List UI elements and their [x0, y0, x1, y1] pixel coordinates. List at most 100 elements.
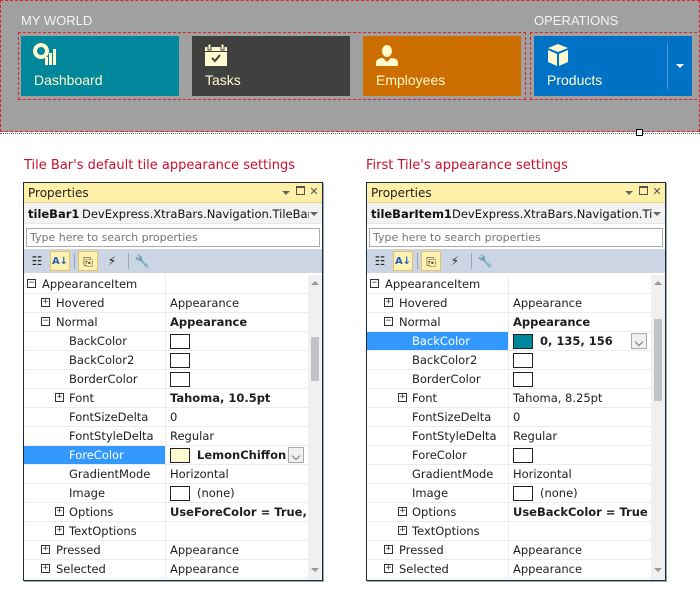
maximize-icon[interactable]: [637, 186, 649, 198]
property-name-cell[interactable]: ForeColor: [24, 446, 166, 464]
maximize-icon[interactable]: [294, 186, 306, 198]
property-row[interactable]: FontSizeDelta 0: [24, 408, 308, 427]
property-value-cell[interactable]: Appearance: [510, 541, 651, 559]
tile-tasks[interactable]: Tasks: [192, 36, 350, 96]
property-value-cell[interactable]: Appearance: [167, 560, 308, 578]
properties-icon[interactable]: ⎘: [421, 251, 441, 271]
property-value-cell[interactable]: [510, 446, 651, 464]
scroll-up-icon[interactable]: [311, 281, 319, 285]
alphabetical-sort-icon[interactable]: A↓: [393, 251, 413, 271]
collapse-icon[interactable]: −: [370, 279, 379, 288]
property-row[interactable]: ForeColor LemonChiffon: [24, 446, 308, 465]
property-name-cell[interactable]: FontStyleDelta: [367, 427, 509, 445]
dropdown-button[interactable]: [288, 447, 304, 463]
property-row[interactable]: + Hovered Appearance: [367, 294, 651, 313]
property-row[interactable]: − Normal Appearance: [24, 313, 308, 332]
property-row[interactable]: Image (none): [367, 484, 651, 503]
property-row[interactable]: + Selected Appearance: [24, 560, 308, 579]
scrollbar-thumb[interactable]: [654, 319, 662, 401]
property-row[interactable]: + Hovered Appearance: [24, 294, 308, 313]
property-row[interactable]: BackColor2: [24, 351, 308, 370]
property-name-cell[interactable]: + Pressed: [24, 541, 166, 559]
property-name-cell[interactable]: BackColor: [24, 332, 166, 350]
property-value-cell[interactable]: [167, 275, 308, 293]
property-value-cell[interactable]: Appearance: [167, 294, 308, 312]
collapse-icon[interactable]: −: [27, 279, 36, 288]
property-value-cell[interactable]: Appearance: [510, 560, 651, 578]
property-value-cell[interactable]: 0: [167, 408, 308, 426]
expand-icon[interactable]: +: [41, 564, 50, 573]
scroll-down-icon[interactable]: [311, 568, 319, 572]
property-row[interactable]: − AppearanceItem: [367, 275, 651, 294]
property-value-cell[interactable]: [167, 370, 308, 388]
property-name-cell[interactable]: FontSizeDelta: [24, 408, 166, 426]
property-value-cell[interactable]: [167, 332, 308, 350]
close-icon[interactable]: ✕: [308, 186, 320, 198]
property-value-cell[interactable]: [510, 351, 651, 369]
properties-icon[interactable]: ⎘: [78, 251, 98, 271]
vertical-scrollbar[interactable]: [651, 275, 665, 580]
expand-icon[interactable]: +: [398, 507, 407, 516]
expand-icon[interactable]: +: [55, 507, 64, 516]
expand-icon[interactable]: +: [41, 298, 50, 307]
property-row[interactable]: FontStyleDelta Regular: [24, 427, 308, 446]
property-value-cell[interactable]: [510, 522, 651, 540]
property-value-cell[interactable]: [167, 522, 308, 540]
chevron-down-icon[interactable]: [310, 212, 318, 216]
resize-handle[interactable]: [636, 129, 643, 136]
property-row[interactable]: BackColor2: [367, 351, 651, 370]
property-row[interactable]: FontSizeDelta 0: [367, 408, 651, 427]
property-value-cell[interactable]: Horizontal: [167, 465, 308, 483]
expand-icon[interactable]: +: [384, 564, 393, 573]
property-name-cell[interactable]: + Pressed: [367, 541, 509, 559]
property-row[interactable]: ForeColor: [367, 446, 651, 465]
property-name-cell[interactable]: FontStyleDelta: [24, 427, 166, 445]
property-value-cell[interactable]: (none): [167, 484, 308, 502]
scrollbar-thumb[interactable]: [311, 337, 319, 381]
property-row[interactable]: + TextOptions: [367, 522, 651, 541]
dropdown-button[interactable]: [631, 333, 647, 349]
property-name-cell[interactable]: Image: [367, 484, 509, 502]
property-row[interactable]: + Selected Appearance: [367, 560, 651, 579]
chevron-down-icon[interactable]: [653, 212, 661, 216]
property-row[interactable]: + Pressed Appearance: [367, 541, 651, 560]
categorized-icon[interactable]: ☷: [27, 251, 47, 271]
property-value-cell[interactable]: Appearance: [510, 294, 651, 312]
object-selector[interactable]: tileBar1 DevExpress.XtraBars.Navigation.T…: [24, 203, 322, 224]
scroll-up-icon[interactable]: [654, 281, 662, 285]
property-row[interactable]: + Options UseBackColor = True: [367, 503, 651, 522]
property-name-cell[interactable]: Image: [24, 484, 166, 502]
dropdown-arrow-icon[interactable]: [676, 64, 684, 68]
expand-icon[interactable]: +: [55, 526, 64, 535]
property-row[interactable]: GradientMode Horizontal: [24, 465, 308, 484]
property-name-cell[interactable]: − AppearanceItem: [367, 275, 509, 293]
search-properties-input[interactable]: [369, 228, 663, 247]
events-lightning-icon[interactable]: ⚡: [102, 251, 122, 271]
property-row[interactable]: + TextOptions: [24, 522, 308, 541]
property-value-cell[interactable]: [167, 351, 308, 369]
property-name-cell[interactable]: − Normal: [24, 313, 166, 331]
property-row[interactable]: − AppearanceItem: [24, 275, 308, 294]
property-value-cell[interactable]: (none): [510, 484, 651, 502]
property-value-cell[interactable]: [510, 370, 651, 388]
tile-products[interactable]: Products: [534, 36, 692, 96]
property-value-cell[interactable]: Tahoma, 8.25pt: [510, 389, 651, 407]
property-name-cell[interactable]: + Font: [367, 389, 509, 407]
categorized-icon[interactable]: ☷: [370, 251, 390, 271]
property-value-cell[interactable]: Appearance: [510, 313, 651, 331]
expand-icon[interactable]: +: [398, 526, 407, 535]
vertical-scrollbar[interactable]: [308, 275, 322, 580]
property-value-cell[interactable]: LemonChiffon: [167, 446, 308, 464]
window-position-icon[interactable]: [623, 186, 635, 198]
property-row[interactable]: GradientMode Horizontal: [367, 465, 651, 484]
property-value-cell[interactable]: Regular: [167, 427, 308, 445]
property-value-cell[interactable]: UseBackColor = True: [510, 503, 651, 521]
property-row[interactable]: FontStyleDelta Regular: [367, 427, 651, 446]
expand-icon[interactable]: +: [384, 545, 393, 554]
expand-icon[interactable]: +: [398, 393, 407, 402]
property-name-cell[interactable]: GradientMode: [24, 465, 166, 483]
property-row[interactable]: BorderColor: [24, 370, 308, 389]
property-row[interactable]: BackColor: [24, 332, 308, 351]
property-row[interactable]: − Normal Appearance: [367, 313, 651, 332]
tile-employees[interactable]: Employees: [363, 36, 521, 96]
